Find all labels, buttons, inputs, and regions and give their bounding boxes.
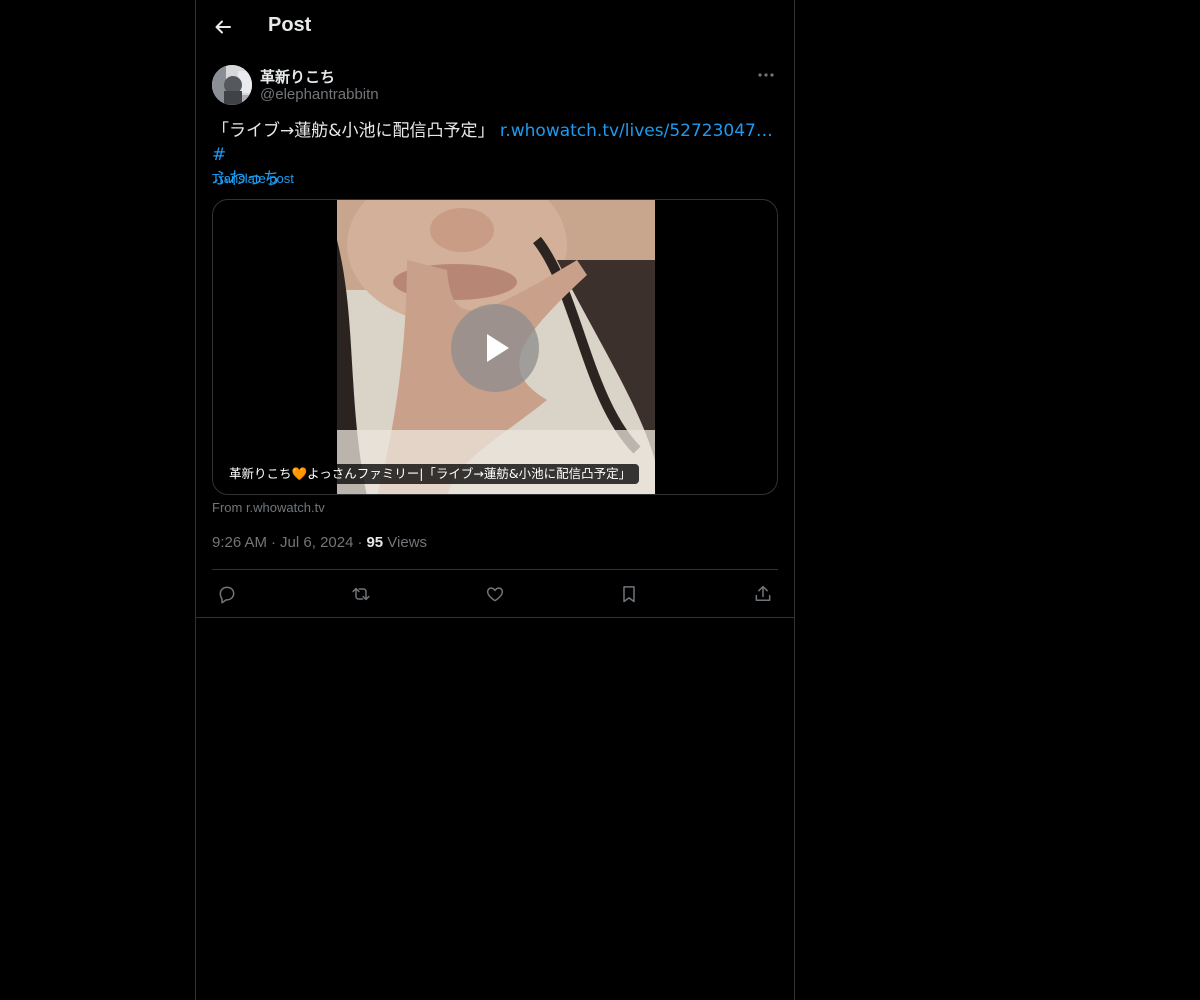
bookmark-icon: [623, 586, 635, 603]
display-name[interactable]: 革新りこち: [260, 66, 335, 87]
reply-button[interactable]: [214, 581, 240, 607]
post-time[interactable]: 9:26 AM: [212, 534, 267, 551]
more-options-button[interactable]: [754, 65, 778, 85]
divider: [196, 617, 794, 618]
video-caption: 革新りこち🧡よっさんファミリー|「ライブ→蓮舫&小池に配信凸予定」: [221, 464, 640, 484]
avatar[interactable]: [212, 65, 252, 105]
hashtag-marker[interactable]: #: [212, 145, 226, 165]
page-title: Post: [268, 14, 312, 36]
play-icon: [487, 334, 509, 362]
retweet-button[interactable]: [348, 581, 374, 607]
user-handle[interactable]: @elephantrabbitn: [260, 86, 379, 103]
like-icon: [486, 587, 504, 602]
views-count: 95: [366, 534, 384, 551]
video-card[interactable]: 革新りこち🧡よっさんファミリー|「ライブ→蓮舫&小池に配信凸予定」: [212, 199, 778, 495]
play-button[interactable]: [451, 304, 539, 392]
post-column: Post 革新りこち @elephantrabbitn 「ライブ→蓮舫&小池に配…: [195, 0, 795, 1000]
share-button[interactable]: [750, 581, 776, 607]
retweet-icon: [352, 587, 370, 601]
meta-separator: ·: [271, 534, 277, 551]
post-date[interactable]: Jul 6, 2024: [280, 534, 353, 551]
post-body: 「ライブ→蓮舫&小池に配信凸予定」: [212, 121, 500, 141]
back-arrow-icon: [215, 20, 231, 34]
back-button[interactable]: [204, 8, 242, 46]
post-link[interactable]: r.whowatch.tv/lives/52723047…: [500, 121, 773, 141]
post-meta: 9:26 AM · Jul 6, 2024 · 95 Views: [212, 534, 427, 551]
post-actions: [212, 570, 778, 617]
header: Post: [196, 0, 794, 54]
meta-separator: ·: [357, 534, 363, 551]
translate-post-link[interactable]: Translate post: [212, 171, 294, 186]
more-dots-icon: [758, 73, 774, 77]
reply-icon: [219, 586, 235, 604]
media-source[interactable]: From r.whowatch.tv: [212, 500, 325, 515]
post-text: 「ライブ→蓮舫&小池に配信凸予定」 r.whowatch.tv/lives/52…: [212, 119, 778, 191]
post-author: 革新りこち @elephantrabbitn: [212, 65, 778, 105]
avatar-image: [212, 65, 252, 105]
views-label: Views: [387, 534, 428, 551]
bookmark-button[interactable]: [616, 581, 642, 607]
share-icon: [755, 585, 771, 601]
like-button[interactable]: [482, 581, 508, 607]
